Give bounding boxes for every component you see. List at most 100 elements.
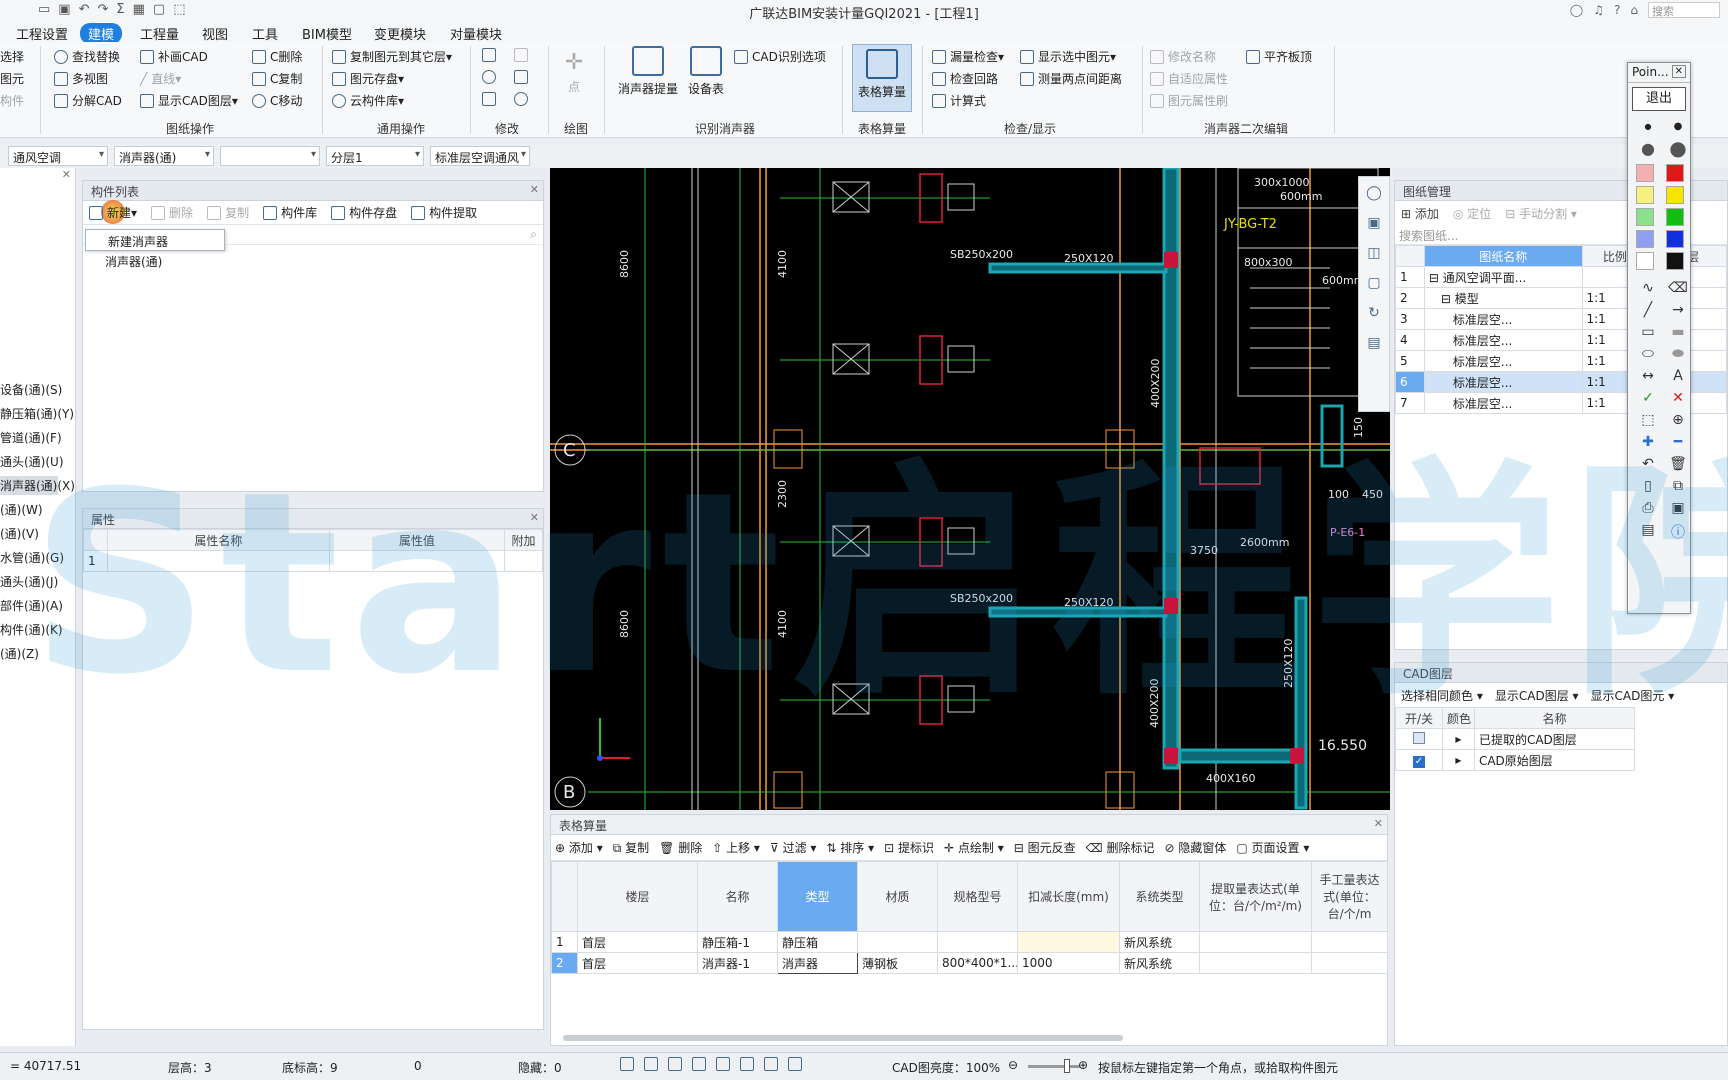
- extract-mark-button[interactable]: ⊡ 提标识: [884, 839, 934, 856]
- copy-tool-icon[interactable]: [482, 48, 496, 62]
- adaptive-attr-button[interactable]: 自适应属性: [1150, 70, 1228, 87]
- layer-toggle-checkbox[interactable]: [1412, 731, 1425, 744]
- snap-icon[interactable]: [644, 1057, 658, 1071]
- brightness-minus-icon[interactable]: ⊖: [1008, 1058, 1018, 1072]
- ellipse-icon[interactable]: ⬭: [1636, 346, 1660, 362]
- attr-brush-button[interactable]: 图元属性刷: [1150, 92, 1228, 109]
- brightness-plus-icon[interactable]: ⊕: [1078, 1058, 1088, 1072]
- line-button[interactable]: ╱ 直线 ▾: [140, 70, 181, 87]
- locate-button[interactable]: ◎ 定位: [1453, 205, 1491, 222]
- tree-item-equipment[interactable]: 设备(通)(S): [0, 380, 62, 399]
- cross-icon[interactable]: ✕: [1666, 390, 1690, 406]
- text-icon[interactable]: A: [1666, 368, 1690, 384]
- green-swatch[interactable]: [1666, 208, 1684, 226]
- table-row[interactable]: ▸ 已提取的CAD图层: [1395, 728, 1636, 750]
- close-icon[interactable]: ✕: [530, 183, 539, 196]
- tree-item-component[interactable]: 构件(通)(K): [0, 620, 63, 639]
- menu-modeling[interactable]: 建模: [80, 23, 123, 44]
- table-row[interactable]: 2 首层 消声器-1 消声器 薄钢板 800*400*1... 1000 新风系…: [551, 952, 1388, 974]
- brightness-slider-handle[interactable]: [1064, 1059, 1070, 1073]
- col-drawing-name[interactable]: 图纸名称: [1423, 245, 1583, 267]
- screen-icon[interactable]: ▤: [1636, 522, 1660, 542]
- col-floor[interactable]: 楼层: [577, 861, 698, 932]
- cad-recognize-options-button[interactable]: CAD识别选项: [734, 48, 826, 65]
- explode-cad-button[interactable]: 分解CAD: [54, 92, 122, 109]
- 3d-view-icon[interactable]: ▣: [1367, 215, 1380, 231]
- col-type[interactable]: 类型: [777, 861, 858, 932]
- layer-select[interactable]: 分层1: [326, 146, 424, 166]
- menu-bim-model[interactable]: BIM模型: [294, 23, 360, 44]
- eraser-icon[interactable]: ⌫: [1666, 280, 1690, 296]
- save-icon[interactable]: ▣: [1666, 500, 1690, 516]
- reverse-lookup-button[interactable]: ⊟ 图元反查: [1014, 839, 1076, 856]
- offset-icon[interactable]: [740, 1057, 754, 1071]
- white-swatch[interactable]: [1636, 252, 1654, 270]
- move-up-button[interactable]: ⇧ 上移 ▾: [712, 839, 760, 856]
- headset-icon[interactable]: ♫: [1593, 3, 1604, 17]
- expand-icon[interactable]: ▸: [1441, 728, 1475, 750]
- rotate-tool-icon[interactable]: [514, 92, 528, 106]
- cad-canvas[interactable]: C B 8600 4100 2300 8600 4100 SB250x200 2…: [550, 168, 1390, 810]
- drawing-select[interactable]: 标准层空调通风: [430, 146, 530, 166]
- search-input[interactable]: 搜索: [1648, 2, 1720, 18]
- line-icon[interactable]: ╱: [1636, 302, 1660, 318]
- delete-component-button[interactable]: 删除: [151, 204, 193, 221]
- tree-item-pipe-fitting[interactable]: 通头(通)(J): [0, 572, 58, 591]
- cross-snap-icon[interactable]: [692, 1057, 706, 1071]
- formula-button[interactable]: 计算式: [932, 92, 986, 109]
- pink-swatch[interactable]: [1636, 164, 1654, 182]
- manual-split-button[interactable]: ⊟ 手动分割 ▾: [1505, 205, 1577, 222]
- col-name[interactable]: 名称: [697, 861, 778, 932]
- multi-view-button[interactable]: 多视图: [54, 70, 108, 87]
- minus-icon[interactable]: ━: [1666, 434, 1690, 450]
- hide-window-button[interactable]: ⊘ 隐藏窗体: [1164, 839, 1226, 856]
- component-library-button[interactable]: 构件库: [263, 204, 317, 221]
- subtype-select[interactable]: [220, 146, 320, 166]
- print-icon[interactable]: ⎙: [1636, 500, 1660, 516]
- new-muffler-menu-item[interactable]: 新建消声器: [85, 229, 225, 251]
- c-delete-button[interactable]: C删除: [252, 48, 302, 65]
- box-icon[interactable]: ▢: [1367, 275, 1380, 291]
- cube-view-icon[interactable]: [668, 1057, 682, 1071]
- blue-swatch[interactable]: [1666, 230, 1684, 248]
- copy-row-button[interactable]: ⧉ 复制: [613, 839, 649, 856]
- horizontal-scrollbar[interactable]: [563, 1035, 1123, 1041]
- menu-view[interactable]: 视图: [194, 23, 236, 44]
- specialty-select[interactable]: 通风空调: [8, 146, 108, 166]
- show-selected-button[interactable]: 显示选中图元 ▾: [1020, 48, 1116, 65]
- component-type-select[interactable]: 消声器(通): [114, 146, 214, 166]
- sort-button[interactable]: ⇅ 排序 ▾: [826, 839, 874, 856]
- delete-row-button[interactable]: 🗑 删除: [659, 839, 702, 856]
- plus-icon[interactable]: ✚: [1636, 434, 1660, 450]
- tree-item-water-pipe[interactable]: 水管(通)(G): [0, 548, 64, 567]
- select-button[interactable]: 选择: [0, 48, 24, 65]
- info-icon[interactable]: ⓘ: [1666, 522, 1690, 542]
- double-arrow-icon[interactable]: ↔: [1636, 368, 1660, 384]
- show-cad-element-button[interactable]: 显示CAD图元 ▾: [1591, 687, 1675, 704]
- trash-icon[interactable]: 🗑: [1666, 456, 1690, 472]
- tree-item-w[interactable]: (通)(W): [0, 500, 43, 519]
- point-draw-button[interactable]: ✛ 点绘制 ▾: [944, 839, 1004, 856]
- user-icon[interactable]: ◯: [1570, 3, 1583, 17]
- c-move-button[interactable]: C移动: [252, 92, 302, 109]
- col-system-type[interactable]: 系统类型: [1119, 861, 1200, 932]
- c-copy-button[interactable]: C复制: [252, 70, 302, 87]
- rename-button[interactable]: 修改名称: [1150, 48, 1216, 65]
- display-icon[interactable]: [764, 1057, 778, 1071]
- arc-icon[interactable]: [788, 1057, 802, 1071]
- move-tool-icon[interactable]: [482, 70, 496, 84]
- ortho-icon[interactable]: [620, 1057, 634, 1071]
- tree-item-fitting[interactable]: 通头(通)(U): [0, 452, 64, 471]
- new-component-button[interactable]: 新建 ▾: [89, 200, 137, 224]
- element-save-button[interactable]: 图元存盘 ▾: [332, 70, 404, 87]
- dot-small-icon[interactable]: ●: [1636, 122, 1660, 131]
- table-calc-button[interactable]: 表格算量: [852, 44, 912, 112]
- note-icon[interactable]: ▤: [1367, 335, 1380, 351]
- copy-icon[interactable]: ⧉: [1666, 478, 1690, 494]
- rotate-icon[interactable]: ↻: [1368, 305, 1380, 321]
- curve-icon[interactable]: ∿: [1636, 280, 1660, 296]
- menu-change-module[interactable]: 变更模块: [366, 23, 434, 44]
- check-loop-button[interactable]: 检查回路: [932, 70, 998, 87]
- table-row[interactable]: 1 首层 静压箱-1 静压箱 新风系统: [551, 931, 1388, 953]
- repaint-cad-button[interactable]: 补画CAD: [140, 48, 208, 65]
